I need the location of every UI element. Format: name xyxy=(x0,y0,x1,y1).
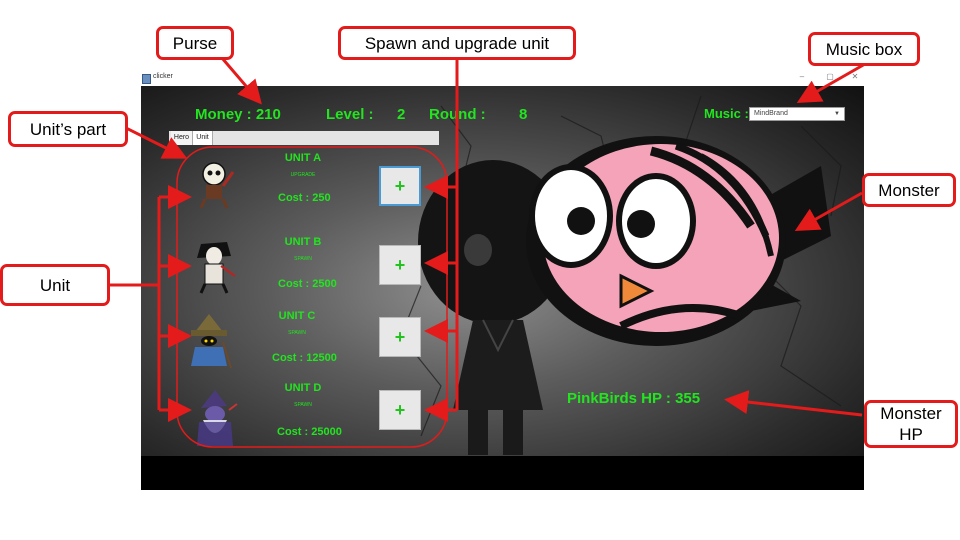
app-icon xyxy=(142,74,151,84)
monster-hp-annotation: Monster HP xyxy=(864,400,958,448)
maximize-button[interactable]: ▢ xyxy=(823,72,837,81)
music-label: Music : xyxy=(704,106,749,121)
pinkbird-monster xyxy=(526,136,831,346)
chevron-down-icon: ▼ xyxy=(834,111,840,117)
level-label: Level : xyxy=(326,106,374,123)
unit-b-name: UNIT B xyxy=(284,236,322,248)
monster-hp-label: PinkBirds HP : 355 xyxy=(567,390,701,407)
music-select[interactable]: MindBrand ▼ xyxy=(749,107,845,121)
unit-a-upgrade-button[interactable]: + xyxy=(379,166,421,206)
monster-annotation: Monster xyxy=(862,173,956,207)
unit-d-cost: Cost : 25000 xyxy=(277,426,342,438)
window-titlebar: clicker – ▢ ✕ xyxy=(141,72,864,86)
unit-c-name: UNIT C xyxy=(278,310,316,322)
unit-d-name: UNIT D xyxy=(284,382,322,394)
minimize-button[interactable]: – xyxy=(795,72,809,81)
game-window: clicker – ▢ ✕ Money: 210 Level: 2 Roun… xyxy=(141,72,864,490)
music-select-value: MindBrand xyxy=(754,110,788,117)
unit-c-spawn-button[interactable]: + xyxy=(379,317,421,357)
level-value: 2 xyxy=(397,106,406,123)
round-label: Round : xyxy=(429,106,486,123)
unit-c-cost: Cost : 12500 xyxy=(272,352,337,364)
unit-d-sprite xyxy=(197,390,238,446)
purse-annotation: Purse xyxy=(156,26,234,60)
units-part-annotation: Unit’s part xyxy=(8,111,128,147)
unit-a-name: UNIT A xyxy=(284,152,322,164)
window-title: clicker xyxy=(153,73,173,80)
round-value: 8 xyxy=(519,106,528,123)
unit-annotation: Unit xyxy=(0,264,110,306)
unit-c-action: SPAWN xyxy=(288,330,306,336)
unit-d-spawn-button[interactable]: + xyxy=(379,390,421,430)
unit-b-sprite xyxy=(197,242,236,294)
unit-c-sprite xyxy=(191,314,232,369)
unit-a-cost: Cost : 250 xyxy=(278,192,331,204)
bottom-bar xyxy=(141,456,864,490)
music-box-annotation: Music box xyxy=(808,32,920,66)
close-button[interactable]: ✕ xyxy=(848,72,862,81)
tab-hero[interactable]: Hero xyxy=(171,131,193,145)
unit-d-action: SPAWN xyxy=(294,402,312,408)
unit-b-action: SPAWN xyxy=(294,256,312,262)
unit-a-sprite xyxy=(199,162,235,209)
game-scene: Money : 210 Level : 2 Round : 8 Music : … xyxy=(141,86,864,456)
unit-b-spawn-button[interactable]: + xyxy=(379,245,421,285)
spawn-upgrade-annotation: Spawn and upgrade unit xyxy=(338,26,576,60)
unit-a-action: UPGRADE xyxy=(290,172,316,178)
unit-b-cost: Cost : 2500 xyxy=(278,278,337,290)
money-label: Money : 210 xyxy=(195,106,281,123)
unit-tabs: Hero Unit xyxy=(169,131,439,145)
tab-unit[interactable]: Unit xyxy=(193,131,213,145)
